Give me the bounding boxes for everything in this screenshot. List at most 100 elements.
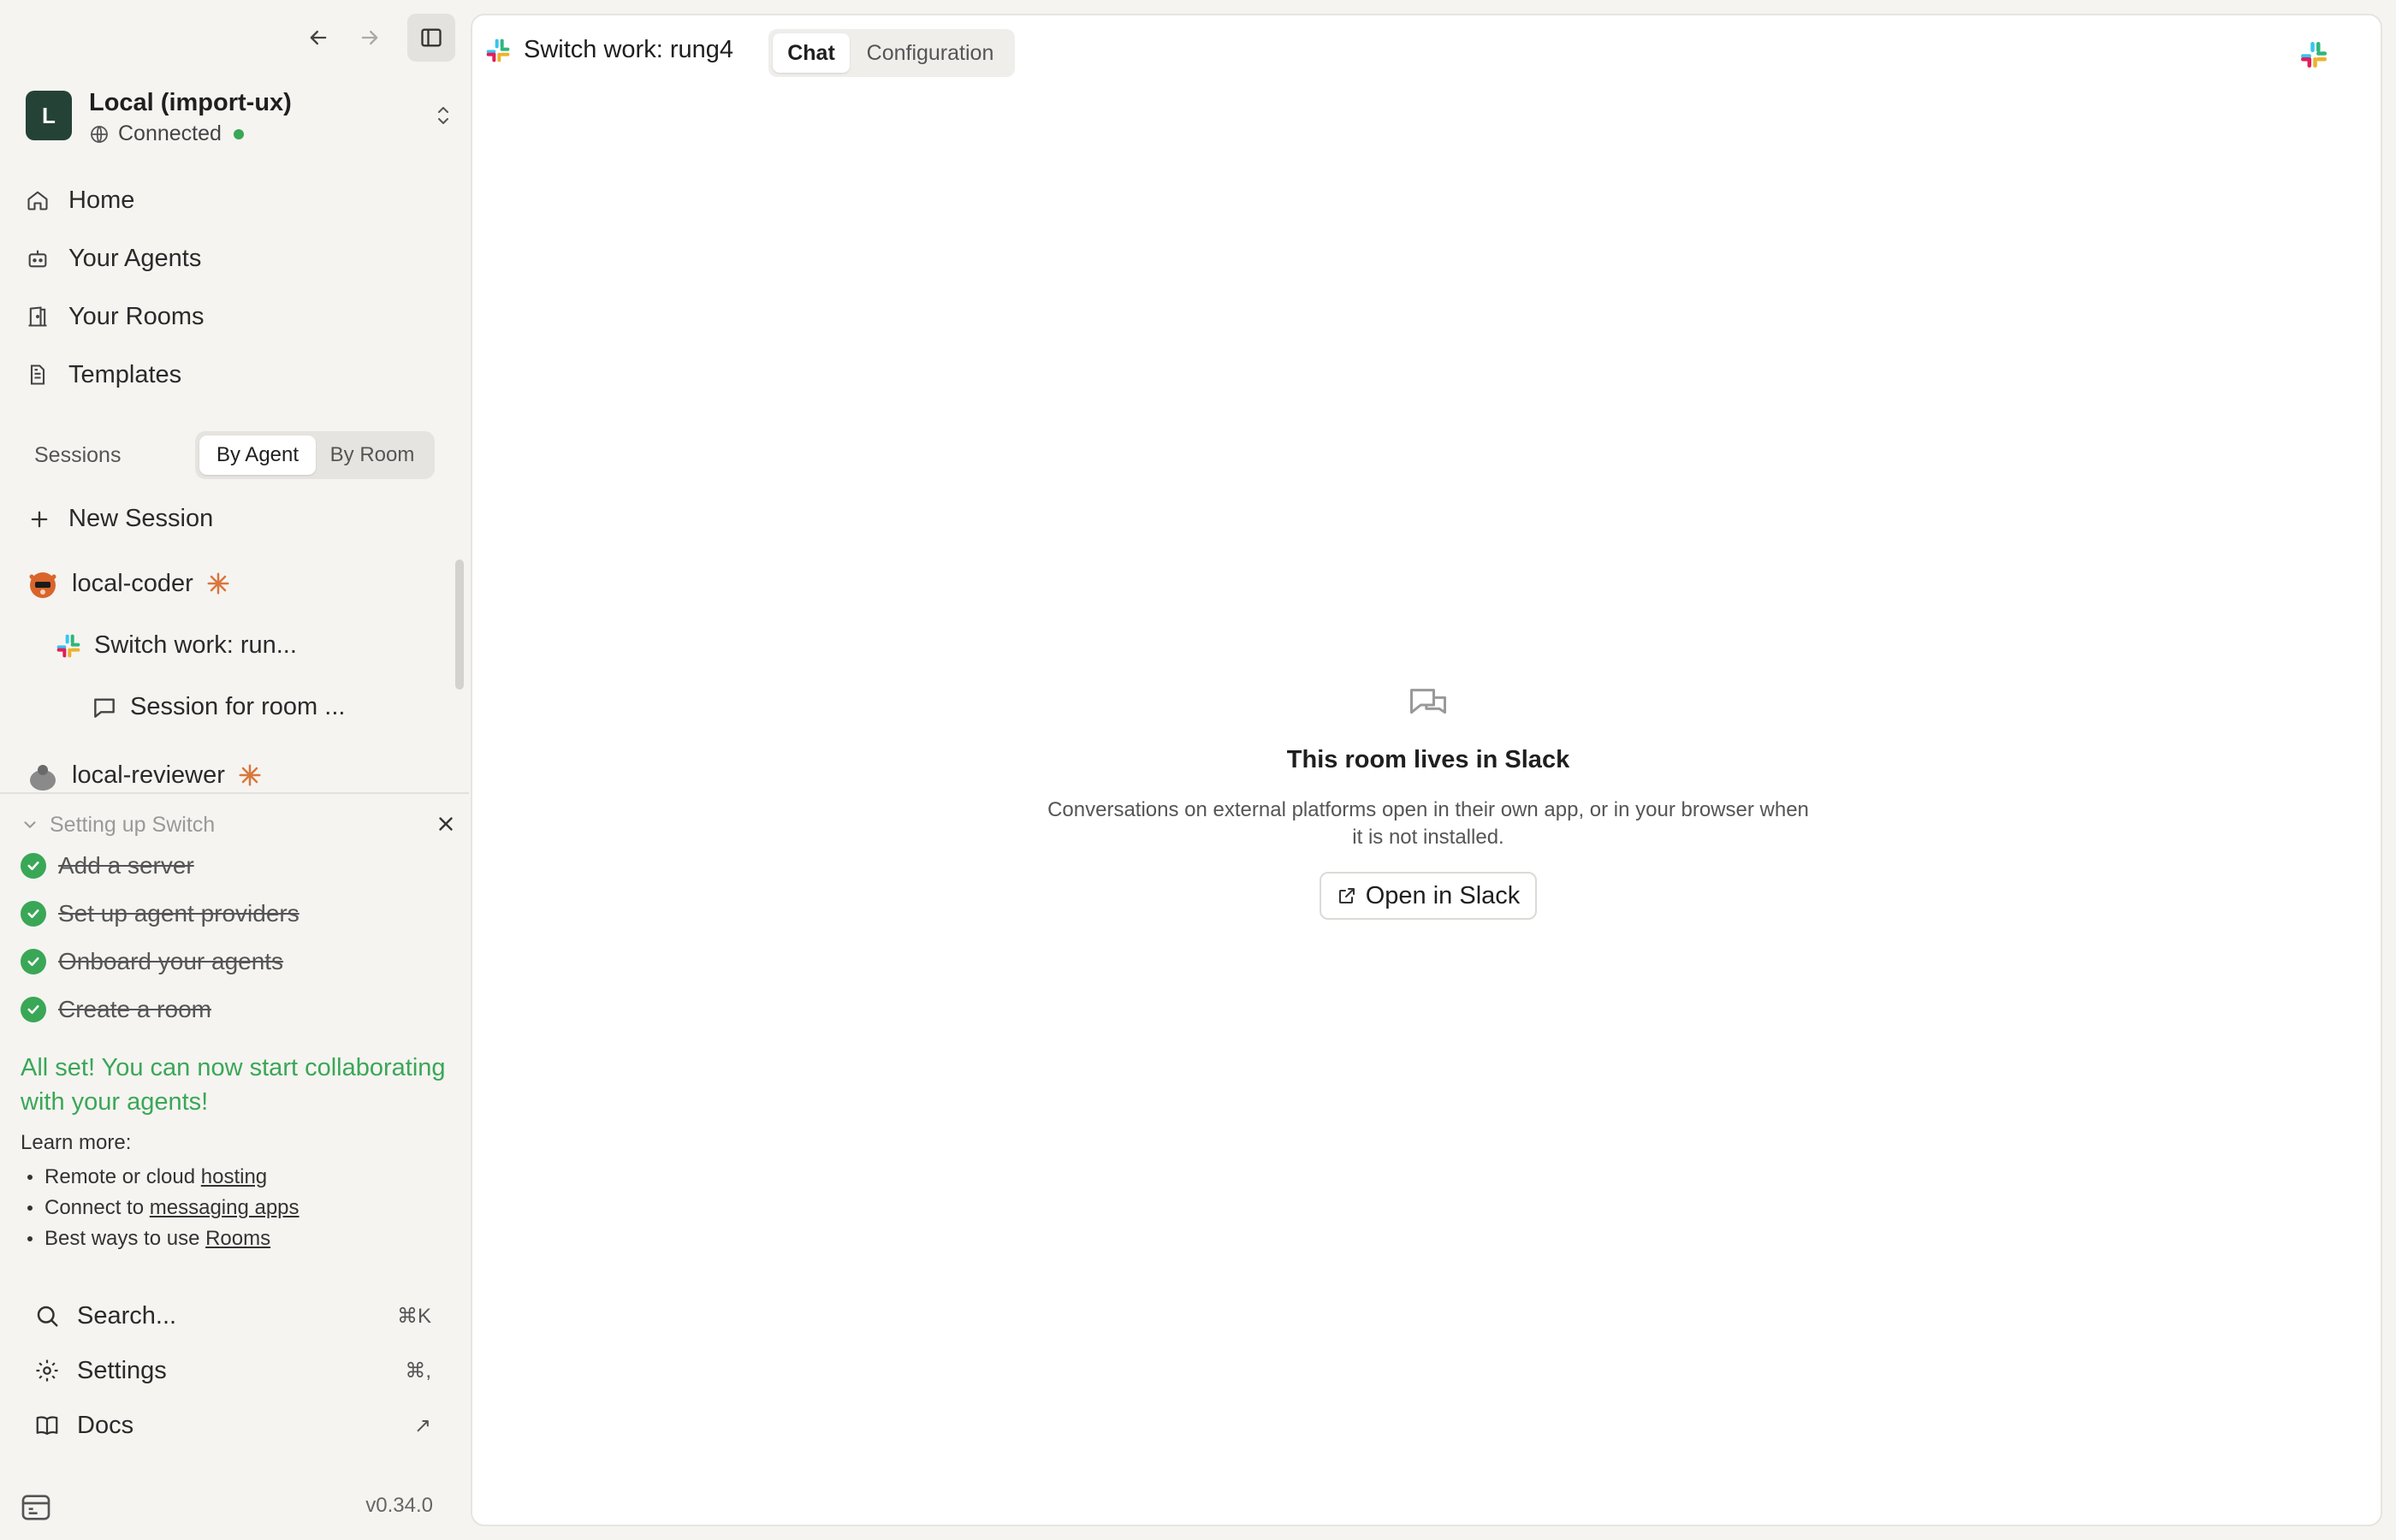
tab-configuration[interactable]: Configuration	[850, 33, 1011, 73]
session-label: Session for room ...	[130, 693, 346, 720]
sessions-grouping-toggle: By Agent By Room	[195, 431, 435, 479]
workspace-status-text: Connected	[118, 121, 222, 145]
settings-shortcut: ⌘,	[405, 1359, 431, 1383]
bullet	[27, 1236, 33, 1241]
bullet	[27, 1205, 33, 1211]
agent-avatar-reviewer	[30, 765, 56, 791]
sparkle-icon	[207, 572, 229, 595]
nav-item-label: Your Rooms	[68, 302, 205, 330]
session-room-switch-work[interactable]: Switch work: run...	[55, 631, 297, 660]
nav-item-rooms[interactable]: Your Rooms	[26, 287, 454, 346]
arrow-right-icon	[361, 30, 378, 45]
globe-icon	[91, 125, 108, 143]
plus-icon	[31, 511, 48, 527]
setup-title: Setting up Switch	[50, 812, 216, 837]
learn-more-list: Remote or cloud hosting Connect to messa…	[27, 1162, 300, 1254]
version-label: v0.34.0	[365, 1494, 433, 1517]
empty-state: This room lives in Slack Conversations o…	[472, 683, 2384, 920]
forward-button[interactable]	[349, 17, 390, 58]
learn-item-text: Connect to	[44, 1196, 150, 1219]
home-icon	[27, 191, 48, 210]
arrow-left-icon	[310, 30, 327, 45]
external-link-icon	[1338, 888, 1355, 903]
docs-link[interactable]: Docs ↗	[34, 1398, 431, 1453]
main-nav: Home Your Agents Your Rooms Templates	[26, 171, 454, 404]
rooms-link[interactable]: Rooms	[205, 1227, 270, 1250]
nav-item-templates[interactable]: Templates	[26, 346, 454, 404]
session-item-room-session[interactable]: Session for room ...	[91, 693, 345, 721]
nav-item-home[interactable]: Home	[26, 171, 454, 229]
setup-done-message: All set! You can now start collaborating…	[21, 1054, 446, 1116]
sidebar-toggle-button[interactable]	[407, 14, 455, 62]
learn-item-text: Best ways to use	[44, 1227, 206, 1250]
workspace-avatar: L	[26, 91, 72, 140]
setup-step: Add a server	[21, 842, 457, 890]
sidebar: L Local (import-ux) Connected Home Your …	[0, 0, 469, 1540]
check-circle-icon	[21, 901, 46, 927]
settings-button[interactable]: Settings ⌘,	[34, 1343, 431, 1398]
learn-more-label: Learn more:	[21, 1131, 132, 1154]
check-circle-icon	[21, 949, 46, 974]
open-in-slack-button[interactable]: Open in Slack	[1320, 872, 1537, 920]
check-circle-icon	[21, 997, 46, 1022]
workspace-status: Connected	[89, 121, 244, 146]
feedback-button[interactable]	[19, 1490, 53, 1529]
external-link-icon: ↗	[413, 1413, 431, 1437]
empty-state-title: This room lives in Slack	[1286, 746, 1570, 773]
nav-item-agents[interactable]: Your Agents	[26, 229, 454, 287]
open-slack-icon-button[interactable]	[2298, 39, 2329, 74]
chat-bubbles-icon	[1409, 689, 1447, 714]
sparkle-icon	[239, 764, 261, 786]
session-agent-local-reviewer[interactable]: local-reviewer	[26, 758, 263, 792]
tab-by-room[interactable]: By Room	[316, 435, 429, 475]
setup-step-label: Create a room	[58, 996, 211, 1022]
setup-step: Create a room	[21, 986, 457, 1034]
search-label: Search...	[77, 1301, 177, 1330]
sessions-label: Sessions	[34, 443, 122, 467]
messaging-apps-link[interactable]: messaging apps	[150, 1196, 300, 1219]
workspace-switcher[interactable]: L Local (import-ux) Connected	[26, 89, 454, 145]
search-button[interactable]: Search... ⌘K	[34, 1288, 431, 1343]
terminal-icon	[21, 1495, 50, 1520]
setup-step-label: Set up agent providers	[58, 900, 300, 927]
close-icon[interactable]	[435, 813, 457, 835]
slack-icon	[56, 634, 80, 657]
sidebar-panel-icon	[421, 28, 442, 47]
hosting-link[interactable]: hosting	[201, 1165, 267, 1188]
session-label: local-reviewer	[72, 761, 225, 789]
setup-header[interactable]: Setting up Switch	[21, 808, 457, 842]
chevron-up-down-icon	[438, 107, 448, 124]
search-shortcut: ⌘K	[396, 1304, 431, 1328]
session-label: local-coder	[72, 569, 193, 597]
list-item: Connect to messaging apps	[27, 1193, 300, 1223]
session-list-scrollbar[interactable]	[455, 560, 464, 690]
gear-icon	[36, 1359, 58, 1382]
room-title: Switch work: rung4	[484, 36, 733, 64]
session-label: Switch work: run...	[94, 631, 297, 659]
room-view-tabs: Chat Configuration	[768, 29, 1015, 77]
session-agent-local-coder[interactable]: local-coder	[26, 566, 231, 601]
sessions-header: Sessions By Agent By Room	[34, 431, 435, 479]
list-item: Best ways to use Rooms	[27, 1223, 300, 1254]
empty-state-description: Conversations on external platforms open…	[1047, 798, 1809, 849]
nav-item-label: Home	[68, 186, 135, 214]
setup-step-label: Add a server	[58, 852, 194, 879]
search-icon	[37, 1306, 58, 1327]
book-icon	[36, 1416, 58, 1436]
docs-label: Docs	[77, 1411, 134, 1439]
new-session-label: New Session	[68, 505, 214, 532]
chat-bubble-icon	[94, 697, 115, 718]
open-in-slack-label: Open in Slack	[1365, 881, 1521, 909]
bullet	[27, 1175, 33, 1180]
slack-icon	[2301, 42, 2327, 68]
back-button[interactable]	[298, 17, 339, 58]
document-icon	[30, 364, 45, 385]
tab-chat[interactable]: Chat	[773, 33, 850, 73]
tab-by-agent[interactable]: By Agent	[199, 435, 316, 475]
sidebar-footer-nav: Search... ⌘K Settings ⌘, Docs ↗	[34, 1288, 431, 1453]
workspace-name: Local (import-ux)	[89, 89, 292, 116]
setup-step-label: Onboard your agents	[58, 948, 284, 974]
app-window: L Local (import-ux) Connected Home Your …	[0, 0, 2396, 1540]
nav-item-label: Your Agents	[68, 244, 202, 272]
new-session-button[interactable]: New Session	[27, 505, 213, 533]
